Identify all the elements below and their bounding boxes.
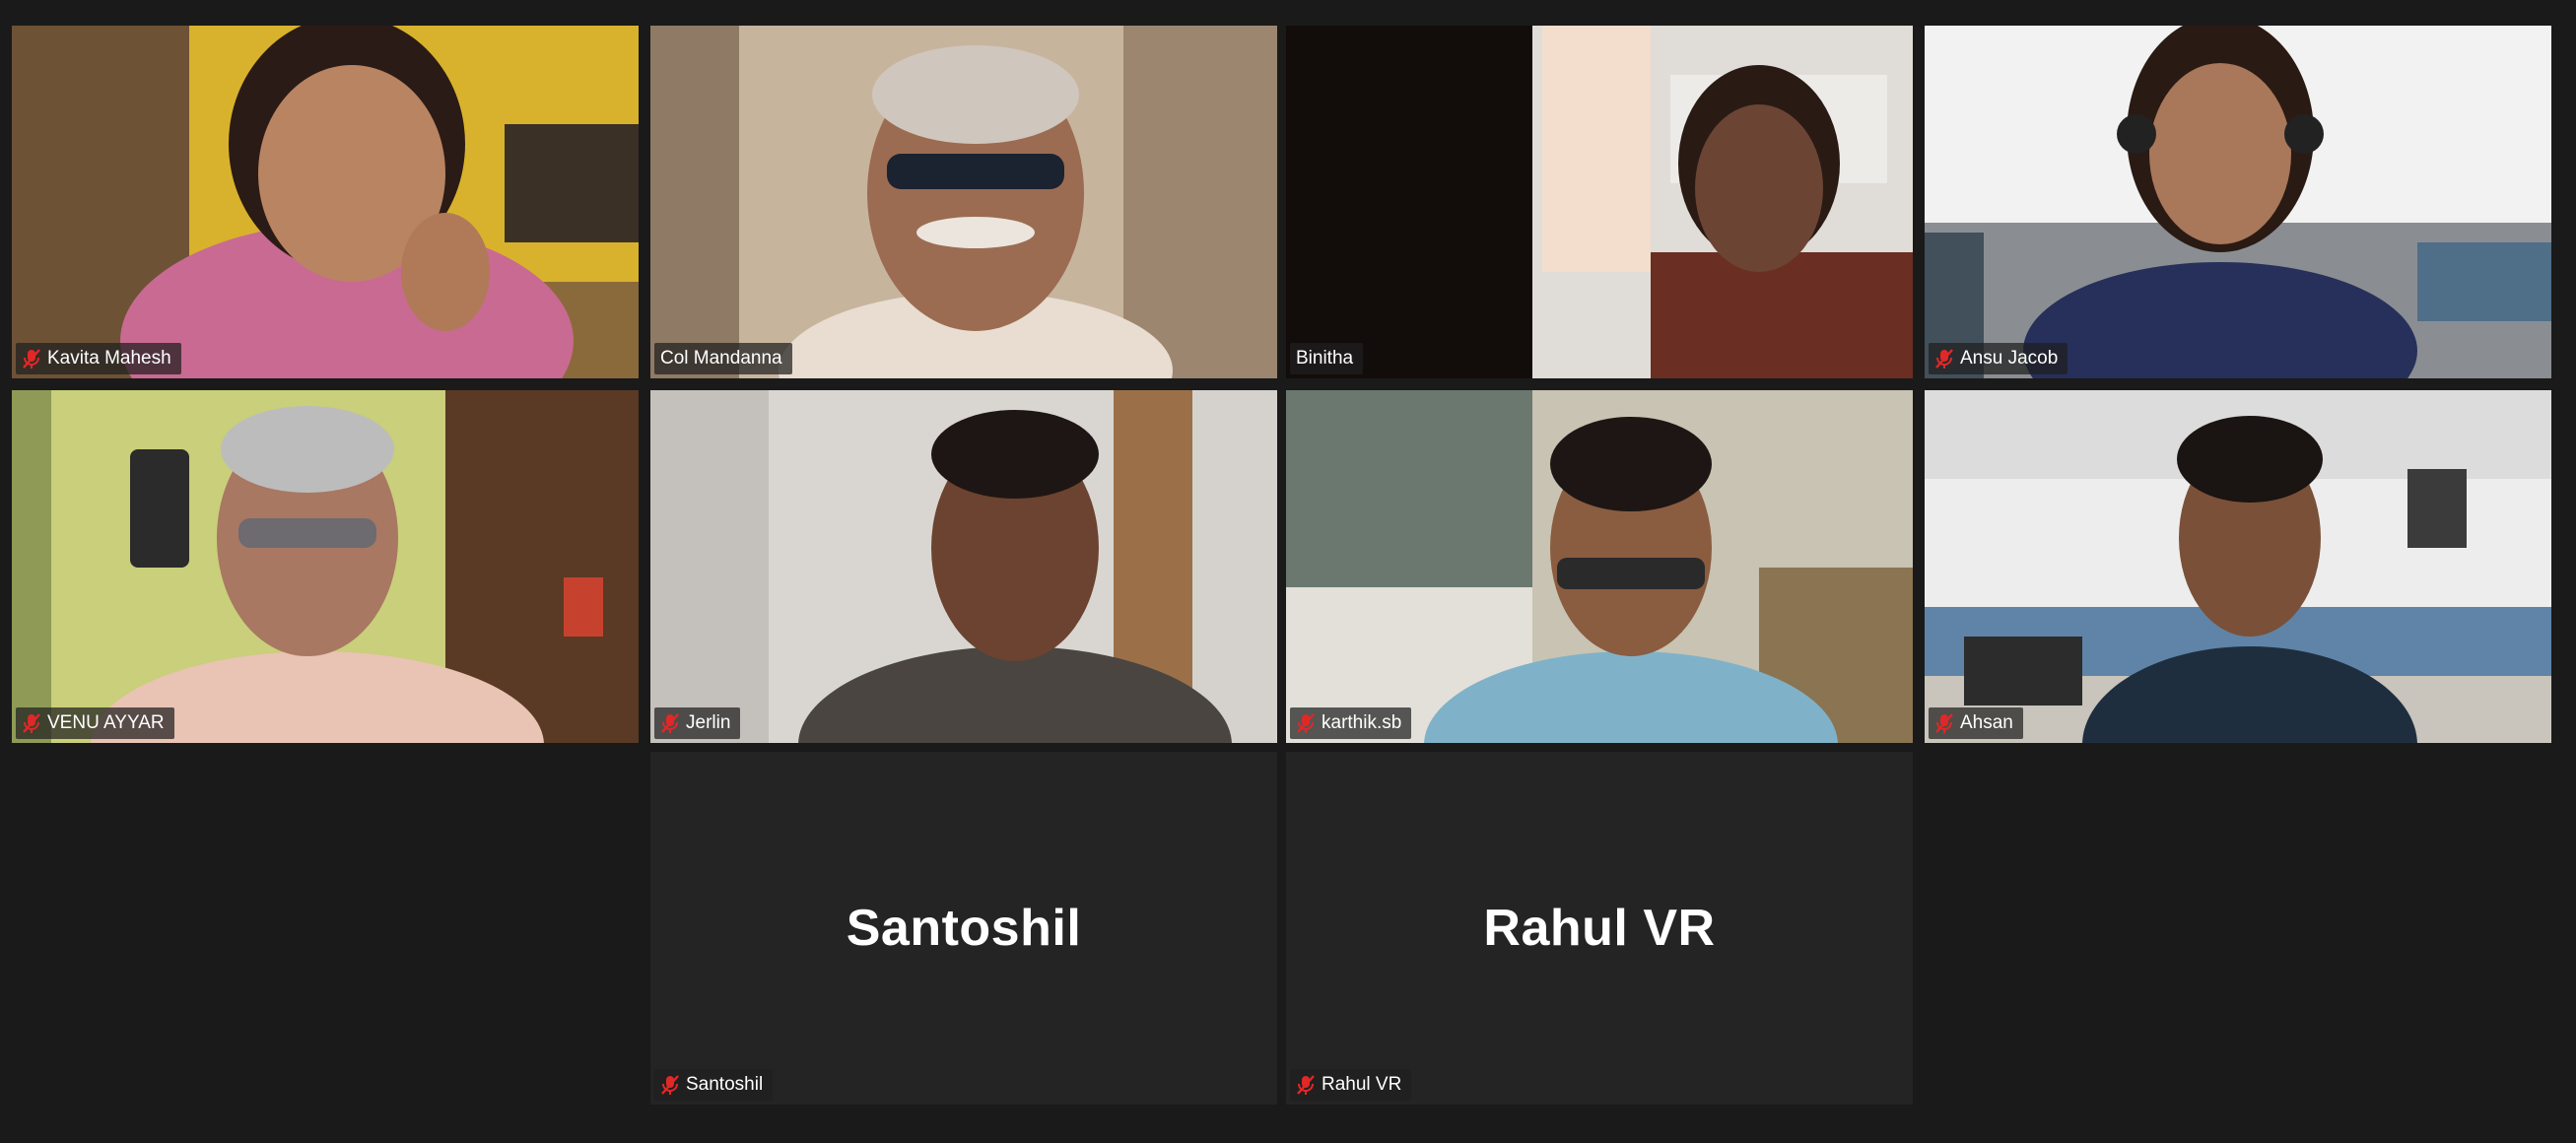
participant-tile-kavita-mahesh[interactable]: Kavita Mahesh <box>12 26 639 378</box>
participant-video <box>12 26 639 378</box>
microphone-muted-icon <box>1296 712 1316 734</box>
microphone-muted-icon <box>660 1074 680 1096</box>
participant-name: Col Mandanna <box>660 348 782 369</box>
participant-display-name: Rahul VR <box>1483 900 1716 957</box>
participant-tile-rahul-vr[interactable]: Rahul VR Rahul VR <box>1286 752 1913 1105</box>
participant-name: Kavita Mahesh <box>47 348 171 369</box>
microphone-muted-icon <box>22 712 41 734</box>
participant-name: Ansu Jacob <box>1960 348 2059 369</box>
participant-video <box>1925 390 2551 743</box>
participant-tile-karthik-sb[interactable]: karthik.sb <box>1286 390 1913 743</box>
participant-name: Ahsan <box>1960 712 2013 733</box>
participant-video <box>1925 26 2551 378</box>
microphone-muted-icon <box>1296 1074 1316 1096</box>
participant-name: Rahul VR <box>1322 1074 1402 1095</box>
participant-tile-ansu-jacob[interactable]: Ansu Jacob <box>1925 26 2551 378</box>
microphone-muted-icon <box>660 712 680 734</box>
participant-video <box>12 390 639 743</box>
name-tag: Ahsan <box>1929 707 2023 739</box>
participant-name: VENU AYYAR <box>47 712 165 733</box>
name-tag: VENU AYYAR <box>16 707 174 739</box>
participant-video <box>650 26 1277 378</box>
microphone-muted-icon <box>1934 348 1954 370</box>
participant-name: Binitha <box>1296 348 1354 369</box>
participant-tile-binitha[interactable]: Binitha <box>1286 26 1913 378</box>
participant-video <box>650 390 1277 743</box>
participant-name: Santoshil <box>686 1074 764 1095</box>
participant-video <box>1286 390 1913 743</box>
name-tag: Jerlin <box>654 707 741 739</box>
name-tag: Kavita Mahesh <box>16 343 181 374</box>
name-tag: Rahul VR <box>1290 1069 1412 1101</box>
participant-name: karthik.sb <box>1322 712 1402 733</box>
microphone-muted-icon <box>1934 712 1954 734</box>
participant-tile-col-mandanna[interactable]: Col Mandanna <box>650 26 1277 378</box>
name-tag: Col Mandanna <box>654 343 792 374</box>
participant-tile-venu-ayyar[interactable]: VENU AYYAR <box>12 390 639 743</box>
participant-name: Jerlin <box>686 712 731 733</box>
participant-tile-jerlin[interactable]: Jerlin <box>650 390 1277 743</box>
participant-display-name: Santoshil <box>846 900 1082 957</box>
name-tag: Binitha <box>1290 343 1364 374</box>
name-tag: Ansu Jacob <box>1929 343 2068 374</box>
name-tag: Santoshil <box>654 1069 774 1101</box>
name-tag: karthik.sb <box>1290 707 1412 739</box>
participant-tile-santoshil[interactable]: Santoshil Santoshil <box>650 752 1277 1105</box>
microphone-muted-icon <box>22 348 41 370</box>
participant-video <box>1286 26 1913 378</box>
video-gallery: Kavita Mahesh Col Mandanna Binitha Ansu … <box>0 0 2576 1143</box>
participant-tile-ahsan[interactable]: Ahsan <box>1925 390 2551 743</box>
